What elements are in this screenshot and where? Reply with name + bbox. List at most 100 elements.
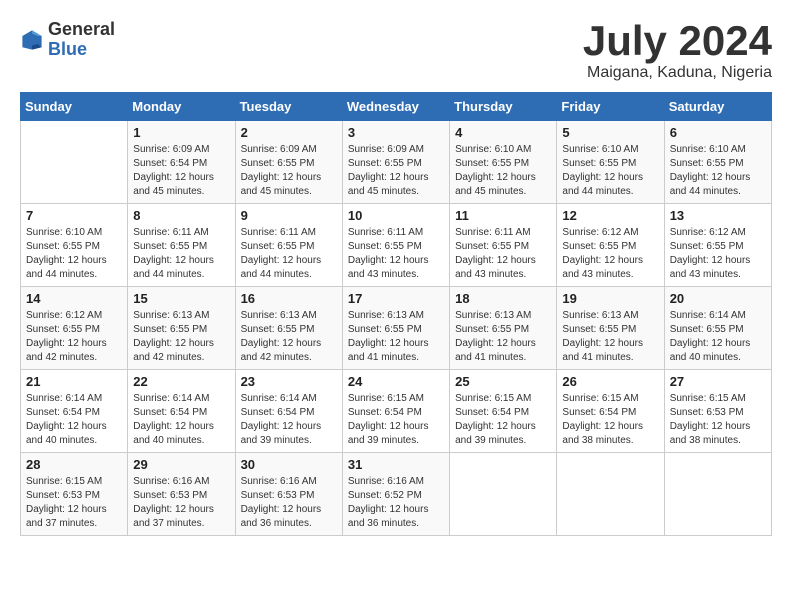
day-info: Sunrise: 6:09 AM Sunset: 6:55 PM Dayligh… <box>348 143 444 199</box>
week-row-4: 21Sunrise: 6:14 AM Sunset: 6:54 PM Dayli… <box>21 370 772 453</box>
day-cell: 24 Sunrise: 6:15 AM Sunset: 6:54 PM Dayli… <box>342 370 449 453</box>
day-cell: 25Sunrise: 6:15 AM Sunset: 6:54 PM Dayli… <box>450 370 557 453</box>
day-number: 5 <box>562 125 658 140</box>
day-cell: 14 Sunrise: 6:12 AM Sunset: 6:55 PM Dayli… <box>21 287 128 370</box>
column-header-saturday: Saturday <box>664 93 771 121</box>
week-row-5: 28Sunrise: 6:15 AM Sunset: 6:53 PM Dayli… <box>21 453 772 536</box>
day-info: Sunrise: 6:15 AM Sunset: 6:53 PM Dayligh… <box>670 392 766 448</box>
day-number: 12 <box>562 208 658 223</box>
day-cell: 17 Sunrise: 6:13 AM Sunset: 6:55 PM Dayli… <box>342 287 449 370</box>
day-cell: 7 Sunrise: 6:10 AM Sunset: 6:55 PM Daylig… <box>21 204 128 287</box>
column-header-tuesday: Tuesday <box>235 93 342 121</box>
day-cell: 18 Sunrise: 6:13 AM Sunset: 6:55 PM Dayli… <box>450 287 557 370</box>
day-number: 7 <box>26 208 122 223</box>
day-cell: 23 Sunrise: 6:14 AM Sunset: 6:54 PM Dayli… <box>235 370 342 453</box>
calendar-table: SundayMondayTuesdayWednesdayThursdayFrid… <box>20 92 772 536</box>
day-number: 30 <box>241 457 337 472</box>
day-cell: 2Sunrise: 6:09 AM Sunset: 6:55 PM Daylig… <box>235 121 342 204</box>
day-cell: 31Sunrise: 6:16 AM Sunset: 6:52 PM Dayli… <box>342 453 449 536</box>
column-header-sunday: Sunday <box>21 93 128 121</box>
day-info: Sunrise: 6:14 AM Sunset: 6:54 PM Dayligh… <box>241 392 337 448</box>
logo-icon <box>20 28 44 52</box>
day-number: 10 <box>348 208 444 223</box>
day-cell <box>664 453 771 536</box>
day-cell <box>450 453 557 536</box>
day-info: Sunrise: 6:14 AM Sunset: 6:54 PM Dayligh… <box>26 392 122 448</box>
day-cell: 10 Sunrise: 6:11 AM Sunset: 6:55 PM Dayli… <box>342 204 449 287</box>
day-number: 28 <box>26 457 122 472</box>
day-cell: 12 Sunrise: 6:12 AM Sunset: 6:55 PM Dayli… <box>557 204 664 287</box>
calendar-location: Maigana, Kaduna, Nigeria <box>583 64 772 82</box>
day-cell <box>557 453 664 536</box>
logo: General Blue <box>20 20 115 60</box>
day-number: 3 <box>348 125 444 140</box>
day-cell <box>21 121 128 204</box>
day-info: Sunrise: 6:09 AM Sunset: 6:54 PM Dayligh… <box>133 143 229 199</box>
day-cell: 9 Sunrise: 6:11 AM Sunset: 6:55 PM Daylig… <box>235 204 342 287</box>
day-info: Sunrise: 6:10 AM Sunset: 6:55 PM Dayligh… <box>26 226 122 282</box>
day-info: Sunrise: 6:10 AM Sunset: 6:55 PM Dayligh… <box>562 143 658 199</box>
day-cell: 6 Sunrise: 6:10 AM Sunset: 6:55 PM Daylig… <box>664 121 771 204</box>
day-info: Sunrise: 6:16 AM Sunset: 6:53 PM Dayligh… <box>133 475 229 531</box>
day-cell: 20 Sunrise: 6:14 AM Sunset: 6:55 PM Dayli… <box>664 287 771 370</box>
day-info: Sunrise: 6:12 AM Sunset: 6:55 PM Dayligh… <box>562 226 658 282</box>
day-cell: 15Sunrise: 6:13 AM Sunset: 6:55 PM Dayli… <box>128 287 235 370</box>
day-cell: 8 Sunrise: 6:11 AM Sunset: 6:55 PM Daylig… <box>128 204 235 287</box>
logo-blue-text: Blue <box>48 40 115 60</box>
day-number: 23 <box>241 374 337 389</box>
day-info: Sunrise: 6:13 AM Sunset: 6:55 PM Dayligh… <box>241 309 337 365</box>
day-cell: 13Sunrise: 6:12 AM Sunset: 6:55 PM Dayli… <box>664 204 771 287</box>
day-number: 26 <box>562 374 658 389</box>
day-info: Sunrise: 6:15 AM Sunset: 6:54 PM Dayligh… <box>562 392 658 448</box>
week-row-1: 1 Sunrise: 6:09 AM Sunset: 6:54 PM Daylig… <box>21 121 772 204</box>
day-info: Sunrise: 6:12 AM Sunset: 6:55 PM Dayligh… <box>26 309 122 365</box>
day-cell: 26 Sunrise: 6:15 AM Sunset: 6:54 PM Dayli… <box>557 370 664 453</box>
day-cell: 21Sunrise: 6:14 AM Sunset: 6:54 PM Dayli… <box>21 370 128 453</box>
day-number: 9 <box>241 208 337 223</box>
day-number: 27 <box>670 374 766 389</box>
day-number: 1 <box>133 125 229 140</box>
day-cell: 4Sunrise: 6:10 AM Sunset: 6:55 PM Daylig… <box>450 121 557 204</box>
title-block: July 2024 Maigana, Kaduna, Nigeria <box>583 20 772 82</box>
column-header-wednesday: Wednesday <box>342 93 449 121</box>
day-info: Sunrise: 6:10 AM Sunset: 6:55 PM Dayligh… <box>670 143 766 199</box>
day-number: 19 <box>562 291 658 306</box>
day-number: 2 <box>241 125 337 140</box>
day-cell: 30Sunrise: 6:16 AM Sunset: 6:53 PM Dayli… <box>235 453 342 536</box>
day-cell: 11Sunrise: 6:11 AM Sunset: 6:55 PM Dayli… <box>450 204 557 287</box>
header-row: SundayMondayTuesdayWednesdayThursdayFrid… <box>21 93 772 121</box>
day-info: Sunrise: 6:16 AM Sunset: 6:52 PM Dayligh… <box>348 475 444 531</box>
day-number: 18 <box>455 291 551 306</box>
day-info: Sunrise: 6:11 AM Sunset: 6:55 PM Dayligh… <box>348 226 444 282</box>
week-row-2: 7 Sunrise: 6:10 AM Sunset: 6:55 PM Daylig… <box>21 204 772 287</box>
day-number: 6 <box>670 125 766 140</box>
day-info: Sunrise: 6:15 AM Sunset: 6:54 PM Dayligh… <box>455 392 551 448</box>
day-cell: 3 Sunrise: 6:09 AM Sunset: 6:55 PM Daylig… <box>342 121 449 204</box>
week-row-3: 14 Sunrise: 6:12 AM Sunset: 6:55 PM Dayli… <box>21 287 772 370</box>
day-number: 14 <box>26 291 122 306</box>
day-info: Sunrise: 6:10 AM Sunset: 6:55 PM Dayligh… <box>455 143 551 199</box>
day-number: 17 <box>348 291 444 306</box>
day-info: Sunrise: 6:13 AM Sunset: 6:55 PM Dayligh… <box>455 309 551 365</box>
logo-text: General Blue <box>48 20 115 60</box>
day-info: Sunrise: 6:13 AM Sunset: 6:55 PM Dayligh… <box>348 309 444 365</box>
day-info: Sunrise: 6:15 AM Sunset: 6:54 PM Dayligh… <box>348 392 444 448</box>
page-header: General Blue July 2024 Maigana, Kaduna, … <box>20 20 772 82</box>
column-header-friday: Friday <box>557 93 664 121</box>
day-number: 29 <box>133 457 229 472</box>
column-header-monday: Monday <box>128 93 235 121</box>
day-number: 20 <box>670 291 766 306</box>
column-header-thursday: Thursday <box>450 93 557 121</box>
day-number: 13 <box>670 208 766 223</box>
day-number: 15 <box>133 291 229 306</box>
day-info: Sunrise: 6:11 AM Sunset: 6:55 PM Dayligh… <box>133 226 229 282</box>
day-info: Sunrise: 6:11 AM Sunset: 6:55 PM Dayligh… <box>455 226 551 282</box>
day-number: 22 <box>133 374 229 389</box>
day-cell: 22 Sunrise: 6:14 AM Sunset: 6:54 PM Dayli… <box>128 370 235 453</box>
day-info: Sunrise: 6:14 AM Sunset: 6:54 PM Dayligh… <box>133 392 229 448</box>
day-number: 24 <box>348 374 444 389</box>
day-number: 8 <box>133 208 229 223</box>
day-info: Sunrise: 6:14 AM Sunset: 6:55 PM Dayligh… <box>670 309 766 365</box>
day-info: Sunrise: 6:11 AM Sunset: 6:55 PM Dayligh… <box>241 226 337 282</box>
logo-general-text: General <box>48 20 115 40</box>
